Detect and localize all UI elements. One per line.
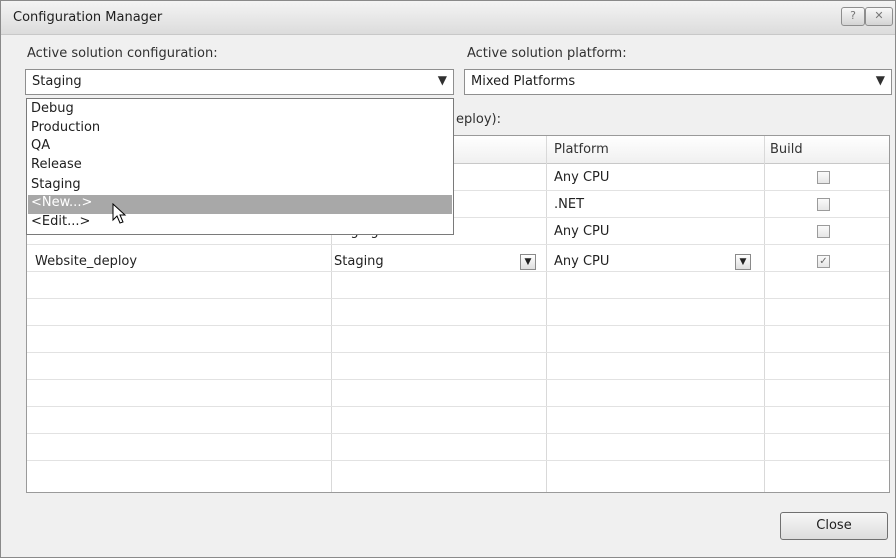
active-configuration-label: Active solution configuration: bbox=[27, 46, 218, 61]
project-contexts-label: eploy): bbox=[456, 112, 501, 127]
row-divider bbox=[27, 379, 889, 380]
dropdown-option-debug[interactable]: Debug bbox=[31, 101, 74, 116]
configuration-manager-window: Configuration Manager ? ✕ Active solutio… bbox=[0, 0, 896, 558]
dropdown-option-release[interactable]: Release bbox=[31, 157, 82, 172]
dropdown-option-production[interactable]: Production bbox=[31, 120, 100, 135]
configuration-dropdown-list: Debug Production QA Release Staging <New… bbox=[26, 98, 454, 235]
row-divider bbox=[27, 433, 889, 434]
active-configuration-dropdown[interactable]: Staging ▼ bbox=[25, 69, 454, 95]
dropdown-option-qa[interactable]: QA bbox=[31, 138, 50, 153]
dropdown-option-new[interactable]: <New...> bbox=[28, 195, 452, 214]
row-platform[interactable]: Any CPU bbox=[554, 224, 609, 239]
row-divider bbox=[27, 352, 889, 353]
window-title: Configuration Manager bbox=[13, 10, 163, 25]
configuration-dropdown-button[interactable]: ▼ bbox=[520, 254, 536, 270]
row-divider bbox=[27, 460, 889, 461]
window-close-button[interactable]: ✕ bbox=[865, 7, 893, 26]
build-checkbox-checked[interactable]: ✓ bbox=[817, 255, 830, 268]
row-project-name: Website_deploy bbox=[35, 254, 138, 269]
row-divider bbox=[27, 271, 889, 272]
row-divider bbox=[27, 325, 889, 326]
active-platform-label: Active solution platform: bbox=[467, 46, 627, 61]
dropdown-option-staging[interactable]: Staging bbox=[31, 177, 81, 192]
active-configuration-value: Staging bbox=[32, 74, 82, 89]
row-divider bbox=[27, 298, 889, 299]
active-platform-value: Mixed Platforms bbox=[471, 74, 576, 89]
row-divider bbox=[27, 244, 889, 245]
column-header-platform[interactable]: Platform bbox=[554, 142, 609, 157]
row-configuration[interactable]: Staging bbox=[334, 254, 384, 269]
title-bar: Configuration Manager ? ✕ bbox=[1, 1, 895, 35]
chevron-down-icon: ▼ bbox=[875, 73, 885, 87]
row-platform[interactable]: .NET bbox=[554, 197, 584, 212]
platform-dropdown-button[interactable]: ▼ bbox=[735, 254, 751, 270]
active-platform-dropdown[interactable]: Mixed Platforms ▼ bbox=[464, 69, 892, 95]
build-checkbox[interactable] bbox=[817, 198, 830, 211]
row-platform[interactable]: Any CPU bbox=[554, 254, 609, 269]
help-button[interactable]: ? bbox=[841, 7, 865, 26]
row-divider bbox=[27, 406, 889, 407]
build-checkbox[interactable] bbox=[817, 225, 830, 238]
dropdown-option-edit[interactable]: <Edit...> bbox=[31, 214, 90, 229]
row-platform[interactable]: Any CPU bbox=[554, 170, 609, 185]
mouse-pointer-icon bbox=[112, 203, 127, 224]
build-checkbox[interactable] bbox=[817, 171, 830, 184]
chevron-down-icon: ▼ bbox=[437, 73, 447, 87]
column-header-build[interactable]: Build bbox=[770, 142, 803, 157]
close-button[interactable]: Close bbox=[780, 512, 888, 540]
